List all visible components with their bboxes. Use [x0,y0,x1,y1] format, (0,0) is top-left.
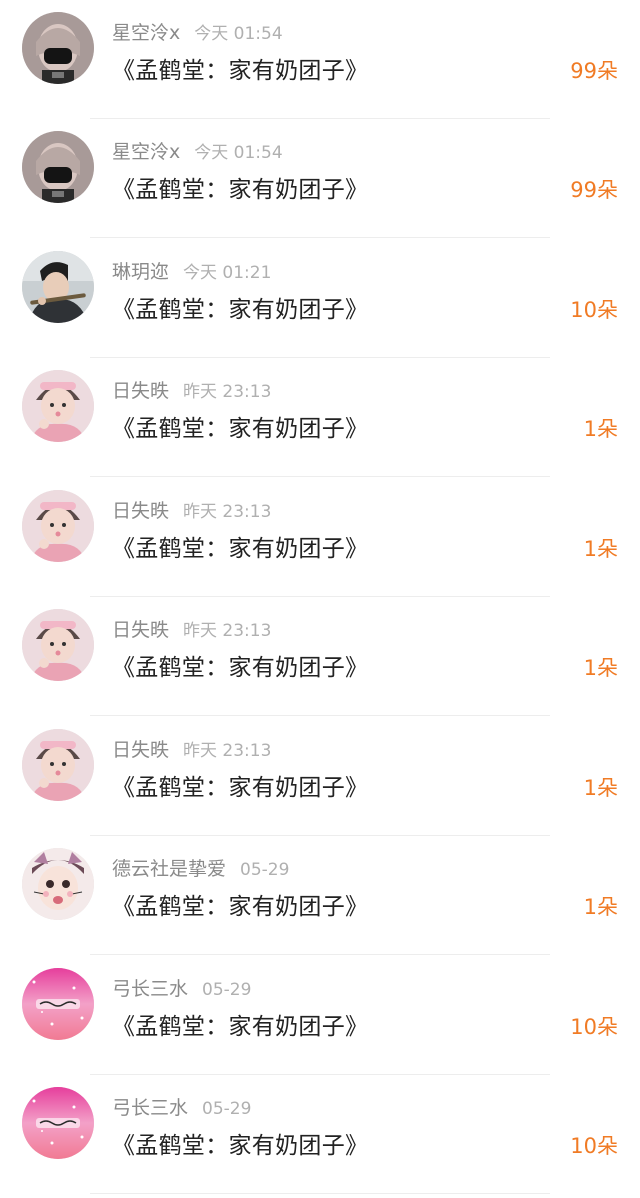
flower-count: 99朵 [570,59,618,83]
avatar-child-pink-icon[interactable] [22,609,94,681]
gift-work-title[interactable]: 《孟鹤堂：家有奶团子》 [112,773,368,803]
gift-work-title[interactable]: 《孟鹤堂：家有奶团子》 [112,295,368,325]
list-item[interactable]: 弓长三水 05-29 《孟鹤堂：家有奶团子》 10朵 [0,956,640,1076]
list-item[interactable]: 星空泠x 今天 01:54 《孟鹤堂：家有奶团子》 99朵 [0,0,640,120]
timestamp: 昨天 23:13 [183,741,272,761]
divider [90,237,550,238]
flower-count: 1朵 [583,417,618,441]
gift-record-list: 星空泠x 今天 01:54 《孟鹤堂：家有奶团子》 99朵 星空泠x 今天 01:5… [0,0,640,1198]
gift-work-title[interactable]: 《孟鹤堂：家有奶团子》 [112,1012,368,1042]
list-item[interactable]: 琳玥迩 今天 01:21 《孟鹤堂：家有奶团子》 10朵 [0,239,640,359]
divider [90,1193,550,1194]
gift-work-title[interactable]: 《孟鹤堂：家有奶团子》 [112,175,368,205]
timestamp: 05-29 [240,860,290,880]
list-item[interactable]: 德云社是挚爱 05-29 《孟鹤堂：家有奶团子》 1朵 [0,836,640,956]
avatar-child-pink-icon[interactable] [22,729,94,801]
username[interactable]: 琳玥迩 [112,261,169,283]
divider [90,715,550,716]
avatar-child-pink-icon[interactable] [22,370,94,442]
flower-count: 10朵 [570,1015,618,1039]
gift-work-title[interactable]: 《孟鹤堂：家有奶团子》 [112,56,368,86]
timestamp: 05-29 [202,980,252,1000]
flower-count: 99朵 [570,178,618,202]
avatar-pink-glitter-icon[interactable] [22,1087,94,1159]
flower-count: 1朵 [583,776,618,800]
timestamp: 05-29 [202,1099,252,1119]
timestamp: 昨天 23:13 [183,621,272,641]
flower-count: 10朵 [570,298,618,322]
username[interactable]: 弓长三水 [112,978,188,1000]
timestamp: 今天 01:54 [194,24,283,44]
username[interactable]: 星空泠x [112,22,180,44]
avatar-masked-person-icon[interactable] [22,131,94,203]
list-item[interactable]: 日失昳 昨天 23:13 《孟鹤堂：家有奶团子》 1朵 [0,358,640,478]
username[interactable]: 星空泠x [112,141,180,163]
divider [90,954,550,955]
timestamp: 今天 01:54 [194,143,283,163]
timestamp: 昨天 23:13 [183,502,272,522]
username[interactable]: 日失昳 [112,500,169,522]
avatar-man-playing-flute-icon[interactable] [22,251,94,323]
divider [90,476,550,477]
username[interactable]: 弓长三水 [112,1097,188,1119]
gift-work-title[interactable]: 《孟鹤堂：家有奶团子》 [112,414,368,444]
flower-count: 1朵 [583,537,618,561]
avatar-child-pink-icon[interactable] [22,490,94,562]
list-item[interactable]: 弓长三水 05-29 《孟鹤堂：家有奶团子》 10朵 [0,1075,640,1195]
flower-count: 1朵 [583,895,618,919]
gift-work-title[interactable]: 《孟鹤堂：家有奶团子》 [112,653,368,683]
timestamp: 今天 01:21 [183,263,272,283]
list-item[interactable]: 日失昳 昨天 23:13 《孟鹤堂：家有奶团子》 1朵 [0,478,640,598]
avatar-pink-glitter-icon[interactable] [22,968,94,1040]
username[interactable]: 德云社是挚爱 [112,858,226,880]
gift-work-title[interactable]: 《孟鹤堂：家有奶团子》 [112,534,368,564]
username[interactable]: 日失昳 [112,619,169,641]
list-item[interactable]: 日失昳 昨天 23:13 《孟鹤堂：家有奶团子》 1朵 [0,717,640,837]
avatar-masked-person-icon[interactable] [22,12,94,84]
list-item[interactable]: 日失昳 昨天 23:13 《孟鹤堂：家有奶团子》 1朵 [0,597,640,717]
flower-count: 10朵 [570,1134,618,1158]
gift-work-title[interactable]: 《孟鹤堂：家有奶团子》 [112,1131,368,1161]
timestamp: 昨天 23:13 [183,382,272,402]
flower-count: 1朵 [583,656,618,680]
username[interactable]: 日失昳 [112,380,169,402]
username[interactable]: 日失昳 [112,739,169,761]
avatar-cartoon-face-icon[interactable] [22,848,94,920]
gift-work-title[interactable]: 《孟鹤堂：家有奶团子》 [112,892,368,922]
list-item[interactable]: 星空泠x 今天 01:54 《孟鹤堂：家有奶团子》 99朵 [0,119,640,239]
